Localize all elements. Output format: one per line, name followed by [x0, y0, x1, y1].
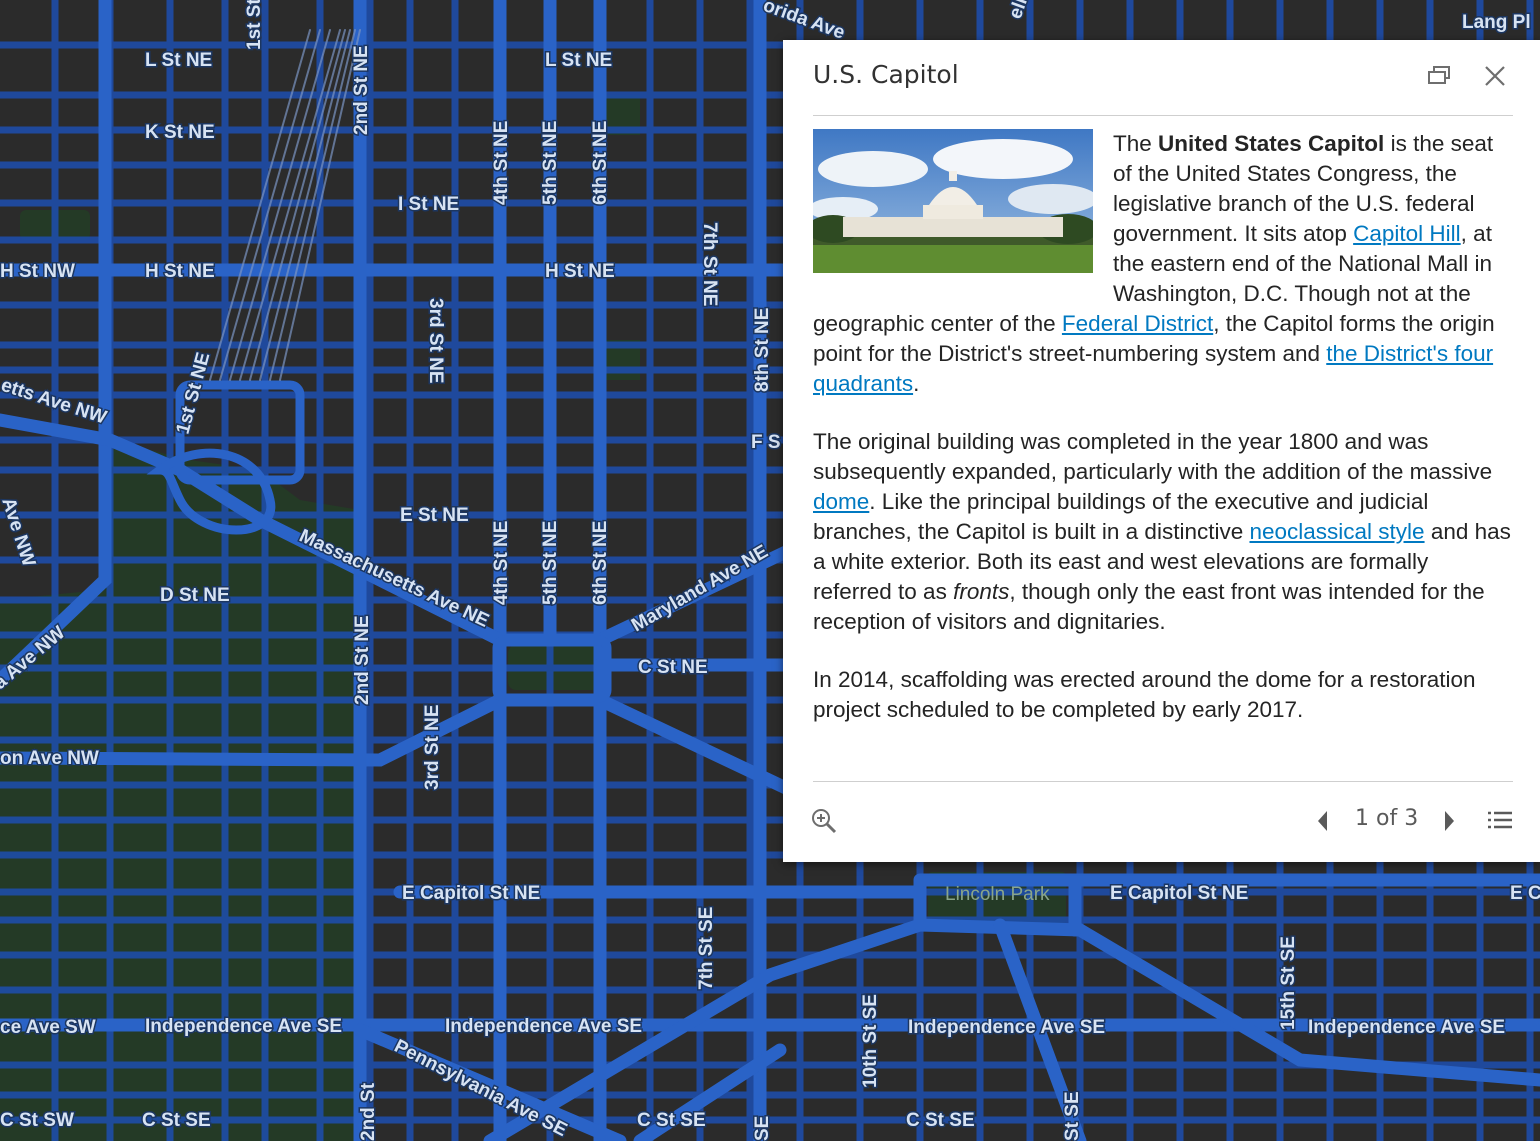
- capitol-image: [813, 129, 1093, 273]
- street-label: C St SE: [142, 1110, 211, 1131]
- street-label: K St NE: [145, 122, 215, 143]
- street-label: ce Ave SW: [0, 1017, 96, 1038]
- feature-list-icon: [1488, 811, 1512, 829]
- paragraph-3: In 2014, scaffolding was erected around …: [813, 667, 1476, 722]
- street-label: L St NE: [145, 50, 212, 71]
- header-divider: [813, 115, 1513, 116]
- street-label: 8th St NE: [752, 308, 773, 392]
- street-label: 3rd St NE: [425, 298, 446, 384]
- street-label: 4th St NE: [491, 121, 512, 205]
- text-run: The original building was completed in t…: [813, 429, 1493, 484]
- street-label: 5th St NE: [540, 521, 561, 605]
- street-label: 6th St NE: [590, 521, 611, 605]
- street-label: 2nd St NE: [352, 615, 373, 705]
- street-label: 7th St SE: [696, 907, 717, 990]
- street-label: Independence Ave SE: [908, 1017, 1105, 1038]
- dome-link[interactable]: dome: [813, 489, 869, 514]
- street-label: C St SE: [637, 1110, 706, 1131]
- text-run: The: [1113, 131, 1159, 156]
- street-label: 7th St NE: [699, 222, 720, 306]
- street-label: C St NE: [638, 657, 708, 678]
- dock-icon: [1428, 66, 1450, 84]
- zoom-to-button[interactable]: [809, 806, 839, 841]
- street-label: I St NE: [398, 194, 459, 215]
- popup-title: U.S. Capitol: [813, 60, 959, 89]
- street-label: Independence Ave SE: [1308, 1017, 1505, 1038]
- street-label: L St NE: [545, 50, 612, 71]
- street-label: C St SW: [0, 1110, 74, 1131]
- street-label: F S: [751, 432, 781, 453]
- text-run: .: [913, 371, 920, 396]
- bold-text: United States Capitol: [1158, 131, 1385, 156]
- neoclassical-style-link[interactable]: neoclassical style: [1249, 519, 1424, 544]
- paragraph-2: The original building was completed in t…: [813, 427, 1513, 637]
- footer-divider: [813, 781, 1513, 782]
- italic-text: fronts: [953, 579, 1010, 604]
- popup-content: The United States Capitol is the seat of…: [813, 129, 1513, 769]
- feature-list-button[interactable]: [1485, 808, 1515, 839]
- street-label: Independence Ave SE: [445, 1016, 642, 1037]
- zoom-to-icon: [812, 809, 837, 834]
- previous-button[interactable]: [1311, 808, 1335, 839]
- street-label: 5th St NE: [540, 121, 561, 205]
- street-label: SE: [752, 1116, 773, 1141]
- close-icon: [1485, 66, 1505, 86]
- street-label: 10th St SE: [860, 994, 881, 1088]
- street-label: 3rd St NE: [422, 704, 443, 790]
- street-label: Lang Pl: [1462, 12, 1531, 33]
- park-label: Lincoln Park: [945, 884, 1050, 905]
- street-label: E Capitol St NE: [402, 883, 540, 904]
- street-label: H St NE: [145, 261, 215, 282]
- next-icon: [1445, 811, 1454, 831]
- street-label: C St SE: [906, 1110, 975, 1131]
- street-label: E St NE: [400, 505, 469, 526]
- street-label: E C: [1510, 883, 1540, 904]
- street-label: on Ave NW: [0, 748, 99, 769]
- street-label: 4th St NE: [491, 521, 512, 605]
- pager-text: 1 of 3: [1355, 806, 1419, 831]
- dock-button[interactable]: [1423, 60, 1455, 92]
- street-label: St SE: [1062, 1091, 1083, 1141]
- previous-icon: [1318, 811, 1327, 831]
- next-button[interactable]: [1437, 808, 1461, 839]
- federal-district-link[interactable]: Federal District: [1062, 311, 1213, 336]
- street-label: 2nd St NE: [351, 45, 372, 135]
- street-label: E Capitol St NE: [1110, 883, 1248, 904]
- street-label: 2nd St: [358, 1082, 379, 1141]
- capitol-hill-link[interactable]: Capitol Hill: [1353, 221, 1461, 246]
- street-label: D St NE: [160, 585, 230, 606]
- street-label: Independence Ave SE: [145, 1016, 342, 1037]
- feature-popup: U.S. Capitol The United States Capitol i…: [783, 40, 1540, 862]
- street-label: 15th St SE: [1278, 936, 1299, 1030]
- street-label: H St NE: [545, 261, 615, 282]
- street-label: 6th St NE: [590, 121, 611, 205]
- street-label: 1st St: [244, 0, 265, 50]
- close-button[interactable]: [1479, 60, 1511, 92]
- street-label: H St NW: [0, 261, 75, 282]
